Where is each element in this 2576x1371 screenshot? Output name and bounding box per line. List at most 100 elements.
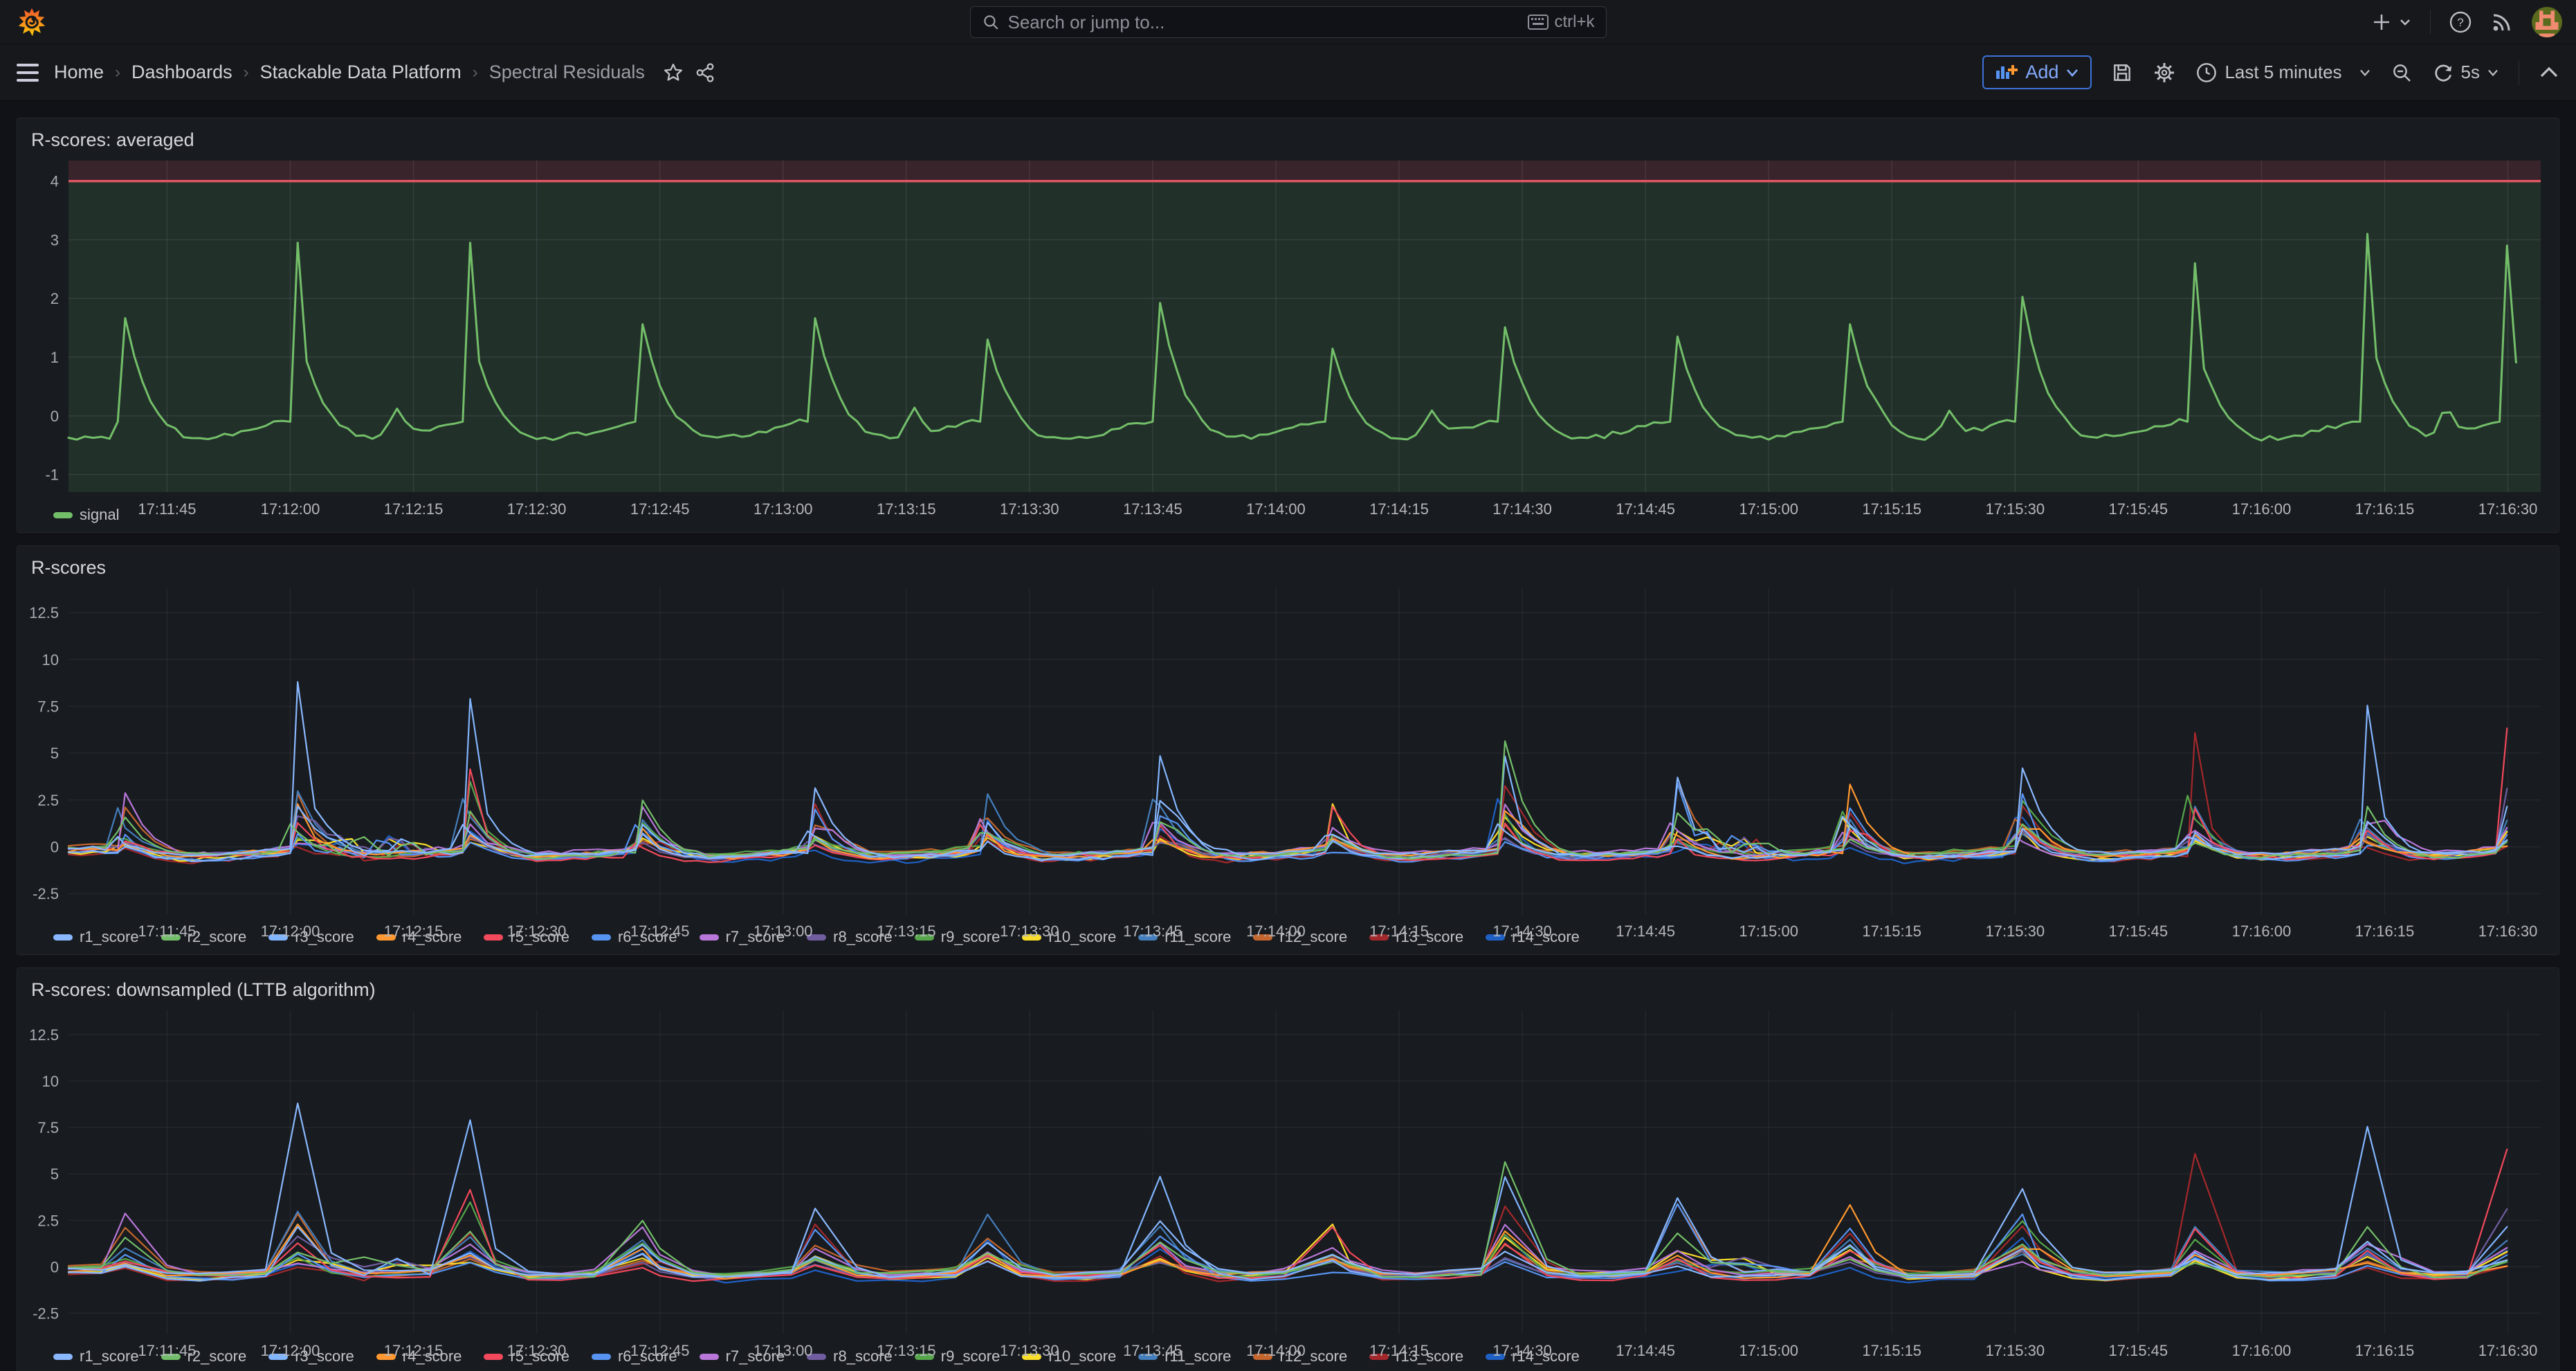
global-search[interactable]: ctrl+k: [970, 6, 1607, 38]
new-menu-button[interactable]: [2372, 12, 2412, 33]
kiosk-mode-button[interactable]: [2539, 66, 2559, 80]
y-axis-tick-label: 2.5: [37, 792, 59, 809]
x-axis-tick-label: 17:13:15: [877, 500, 936, 518]
panel-rscores-downsampled: R-scores: downsampled (LTTB algorithm) -…: [17, 968, 2559, 1371]
time-series-chart[interactable]: -2.502.557.51012.517:11:4517:12:0017:12:…: [17, 581, 2559, 927]
y-axis-tick-label: 1: [51, 349, 59, 366]
x-axis-tick-label: 17:16:00: [2232, 500, 2292, 518]
chevron-down-icon: [2065, 68, 2079, 78]
x-axis-tick-label: 17:14:15: [1369, 923, 1429, 940]
x-axis-tick-label: 17:12:30: [507, 500, 567, 518]
threshold-region-above: [68, 161, 2541, 181]
favorite-star-button[interactable]: [663, 62, 684, 83]
grid-lines: [68, 1010, 2541, 1334]
search-icon: [982, 13, 1000, 31]
breadcrumb: Home › Dashboards › Stackable Data Platf…: [54, 62, 715, 83]
x-axis-tick-label: 17:14:15: [1369, 500, 1429, 518]
series-line-r3_score: [68, 1120, 2507, 1280]
share-button[interactable]: [695, 62, 715, 83]
chevron-up-icon: [2539, 66, 2559, 80]
x-axis-tick-label: 17:12:45: [630, 1342, 690, 1359]
time-series-chart[interactable]: -10123417:11:4517:12:0017:12:1517:12:301…: [17, 154, 2559, 505]
help-button[interactable]: ?: [2449, 10, 2472, 34]
help-icon: ?: [2449, 10, 2472, 34]
x-axis-tick-label: 17:12:00: [261, 500, 320, 518]
x-axis-tick-label: 17:14:45: [1616, 923, 1675, 940]
x-axis-tick-label: 17:13:45: [1123, 500, 1182, 518]
panel-rscores-averaged: R-scores: averaged -10123417:11:4517:12:…: [17, 118, 2559, 533]
x-axis-tick-label: 17:16:00: [2232, 923, 2292, 940]
x-axis-tick-label: 17:14:00: [1246, 500, 1306, 518]
divider: [2430, 10, 2431, 35]
x-axis-tick-label: 17:13:45: [1123, 923, 1182, 940]
x-axis-tick-label: 17:14:00: [1246, 1342, 1306, 1359]
grafana-logo-icon[interactable]: [17, 7, 47, 37]
x-axis-tick-label: 17:13:30: [1000, 500, 1059, 518]
y-axis-tick-label: 0: [51, 839, 59, 856]
x-axis-tick-label: 17:15:30: [1985, 1342, 2045, 1359]
panel-title[interactable]: R-scores: downsampled (LTTB algorithm): [17, 968, 2559, 1004]
zoom-out-button[interactable]: [2391, 62, 2413, 84]
series-line-r9_score: [68, 781, 2507, 857]
rss-icon: [2490, 10, 2514, 34]
time-range-picker[interactable]: Last 5 minutes: [2195, 62, 2371, 84]
time-series-chart[interactable]: -2.502.557.51012.517:11:4517:12:0017:12:…: [17, 1004, 2559, 1346]
x-axis-tick-label: 17:14:00: [1246, 923, 1306, 940]
y-axis-tick-label: 5: [51, 1165, 59, 1183]
x-axis-tick-label: 17:14:45: [1616, 500, 1675, 518]
x-axis-tick-label: 17:12:00: [261, 923, 320, 940]
x-axis-tick-label: 17:15:15: [1862, 923, 1921, 940]
refresh-icon: [2432, 62, 2454, 84]
plus-icon: [2374, 15, 2389, 30]
breadcrumb-dashboards[interactable]: Dashboards: [131, 62, 232, 83]
user-avatar[interactable]: [2532, 7, 2562, 37]
search-shortcut: ctrl+k: [1554, 12, 1594, 32]
x-axis-tick-label: 17:13:30: [1000, 1342, 1059, 1359]
y-axis-tick-label: -1: [45, 466, 59, 484]
add-panel-icon: [1995, 62, 2018, 83]
x-axis-tick-label: 17:15:30: [1985, 500, 2045, 518]
search-input[interactable]: [1008, 12, 1520, 33]
dashboard-canvas: R-scores: averaged -10123417:11:4517:12:…: [0, 101, 2576, 1371]
breadcrumb-home[interactable]: Home: [54, 62, 104, 83]
y-axis-tick-label: 3: [51, 231, 59, 248]
panel-rscores: R-scores -2.502.557.51012.517:11:4517:12…: [17, 545, 2559, 955]
chevron-down-icon: [2487, 69, 2499, 77]
panel-title[interactable]: R-scores: [17, 546, 2559, 581]
gear-icon: [2153, 61, 2176, 84]
keyboard-icon: [1528, 15, 1549, 30]
hamburger-icon: [17, 64, 39, 82]
x-axis-tick-label: 17:13:15: [877, 1342, 936, 1359]
x-axis-tick-label: 17:15:15: [1862, 500, 1921, 518]
zoom-out-icon: [2391, 62, 2413, 84]
x-axis-tick-label: 17:13:45: [1123, 1342, 1182, 1359]
refresh-picker[interactable]: 5s: [2432, 62, 2499, 84]
x-axis-tick-label: 17:16:15: [2355, 1342, 2415, 1359]
breadcrumb-folder[interactable]: Stackable Data Platform: [260, 62, 462, 83]
series-line-r1_score: [68, 1103, 2507, 1278]
x-axis-tick-label: 17:14:15: [1369, 1342, 1429, 1359]
x-axis-tick-label: 17:15:00: [1739, 1342, 1798, 1359]
x-axis-tick-label: 17:13:00: [753, 1342, 813, 1359]
x-axis-tick-label: 17:12:00: [261, 1342, 320, 1359]
x-axis-tick-label: 17:15:45: [2109, 1342, 2168, 1359]
series-line-r5_score: [68, 1150, 2507, 1281]
series-lines: [68, 1103, 2507, 1282]
save-dashboard-button[interactable]: [2111, 62, 2133, 84]
y-axis-tick-label: 0: [51, 408, 59, 425]
news-button[interactable]: [2490, 10, 2514, 34]
dashboard-settings-button[interactable]: [2153, 61, 2176, 84]
y-axis-tick-label: 7.5: [37, 1119, 59, 1136]
x-axis-tick-label: 17:16:00: [2232, 1342, 2292, 1359]
x-axis-tick-label: 17:15:30: [1985, 923, 2045, 940]
y-axis-tick-label: 12.5: [29, 1026, 59, 1044]
y-axis-tick-label: 0: [51, 1258, 59, 1275]
mega-menu-button[interactable]: [17, 64, 39, 82]
x-axis-tick-label: 17:14:45: [1616, 1342, 1675, 1359]
panel-title[interactable]: R-scores: averaged: [17, 118, 2559, 154]
add-panel-button[interactable]: Add: [1982, 55, 2092, 89]
x-axis-tick-label: 17:15:00: [1739, 923, 1798, 940]
star-icon: [663, 62, 684, 83]
x-axis-tick-label: 17:16:30: [2478, 500, 2538, 518]
series-line-r1_score: [68, 682, 2507, 858]
